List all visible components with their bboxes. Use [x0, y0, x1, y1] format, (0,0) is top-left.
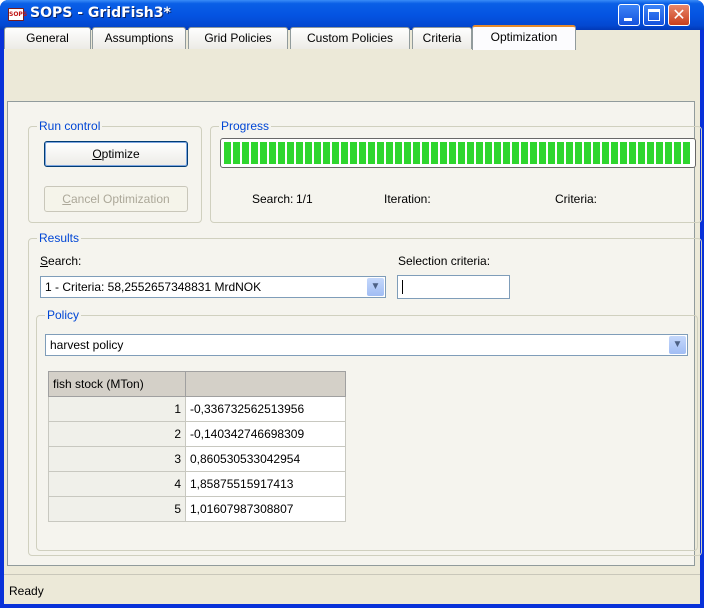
window-title: SOPS - GridFish3* — [30, 5, 171, 21]
table-row-key[interactable]: 2 — [48, 421, 186, 447]
table-row: 3 0,860530533042954 — [48, 446, 346, 472]
table-row: 4 1,85875515917413 — [48, 471, 346, 497]
search-results-label: Search: — [40, 254, 82, 268]
title-bar[interactable]: SOPS SOPS - GridFish3* ✕ — [0, 0, 704, 30]
search-results-selected: 1 - Criteria: 58,2552657348831 MrdNOK — [45, 280, 262, 294]
status-text: Ready — [9, 584, 44, 598]
table-row-key[interactable]: 1 — [48, 396, 186, 422]
cancel-optimization-button[interactable]: Cancel Optimization — [44, 186, 188, 212]
progress-fill — [224, 142, 692, 164]
table-row-key[interactable]: 3 — [48, 446, 186, 472]
table-row: 2 -0,140342746698309 — [48, 421, 346, 447]
text-caret — [402, 280, 403, 294]
app-icon: SOPS — [8, 8, 27, 21]
iteration-label: Iteration: — [384, 192, 431, 206]
tab-general[interactable]: General — [4, 27, 91, 49]
tab-grid-policies[interactable]: Grid Policies — [188, 27, 288, 49]
table-row: 1 -0,336732562513956 — [48, 396, 346, 422]
table-row-key[interactable]: 4 — [48, 471, 186, 497]
table-row-key[interactable]: 5 — [48, 496, 186, 522]
table-column-header-blank — [185, 371, 346, 397]
tab-criteria[interactable]: Criteria — [412, 27, 472, 49]
tab-custom-policies[interactable]: Custom Policies — [290, 27, 410, 49]
table-body: 1 -0,336732562513956 2 -0,140342746698309 3 0… — [48, 396, 346, 522]
run-control-title: Run control — [37, 119, 103, 133]
policy-table: fish stock (MTon) 1 -0,336732562513956 2 -0… — [48, 371, 346, 522]
maximize-button[interactable] — [643, 4, 665, 26]
search-progress-value: 1/1 — [296, 192, 313, 206]
tab-assumptions[interactable]: Assumptions — [92, 27, 186, 49]
maximize-icon — [648, 9, 660, 21]
table-cell-value[interactable]: 0,860530533042954 — [185, 446, 346, 472]
search-results-dropdown[interactable]: 1 - Criteria: 58,2552657348831 MrdNOK ▼ — [40, 276, 386, 298]
table-row: 5 1,01607987308807 — [48, 496, 346, 522]
results-title: Results — [37, 231, 82, 245]
selection-criteria-label: Selection criteria: — [398, 254, 491, 268]
chevron-down-icon[interactable]: ▼ — [367, 278, 384, 296]
search-progress-label: Search: — [252, 192, 294, 206]
table-cell-value[interactable]: 1,01607987308807 — [185, 496, 346, 522]
status-bar: Ready — [4, 574, 700, 604]
close-button[interactable]: ✕ — [668, 4, 690, 26]
tab-optimization[interactable]: Optimization — [472, 25, 576, 50]
policy-dropdown[interactable]: harvest policy ▼ — [45, 334, 688, 356]
minimize-icon — [624, 18, 632, 21]
app-window: SOPS SOPS - GridFish3* ✕ File Help Gener… — [0, 0, 704, 608]
optimize-button[interactable]: Optimize — [44, 141, 188, 167]
minimize-button[interactable] — [618, 4, 640, 26]
table-column-header[interactable]: fish stock (MTon) — [48, 371, 186, 397]
progress-title: Progress — [219, 119, 272, 133]
policy-selected: harvest policy — [50, 338, 124, 352]
chevron-down-icon[interactable]: ▼ — [669, 336, 686, 354]
progress-bar — [220, 138, 696, 168]
table-cell-value[interactable]: -0,336732562513956 — [185, 396, 346, 422]
table-header-row: fish stock (MTon) — [48, 371, 346, 397]
selection-criteria-input[interactable] — [397, 275, 510, 299]
criteria-label: Criteria: — [555, 192, 598, 206]
policy-title: Policy — [45, 308, 82, 322]
table-cell-value[interactable]: -0,140342746698309 — [185, 421, 346, 447]
table-cell-value[interactable]: 1,85875515917413 — [185, 471, 346, 497]
close-icon: ✕ — [672, 5, 686, 24]
